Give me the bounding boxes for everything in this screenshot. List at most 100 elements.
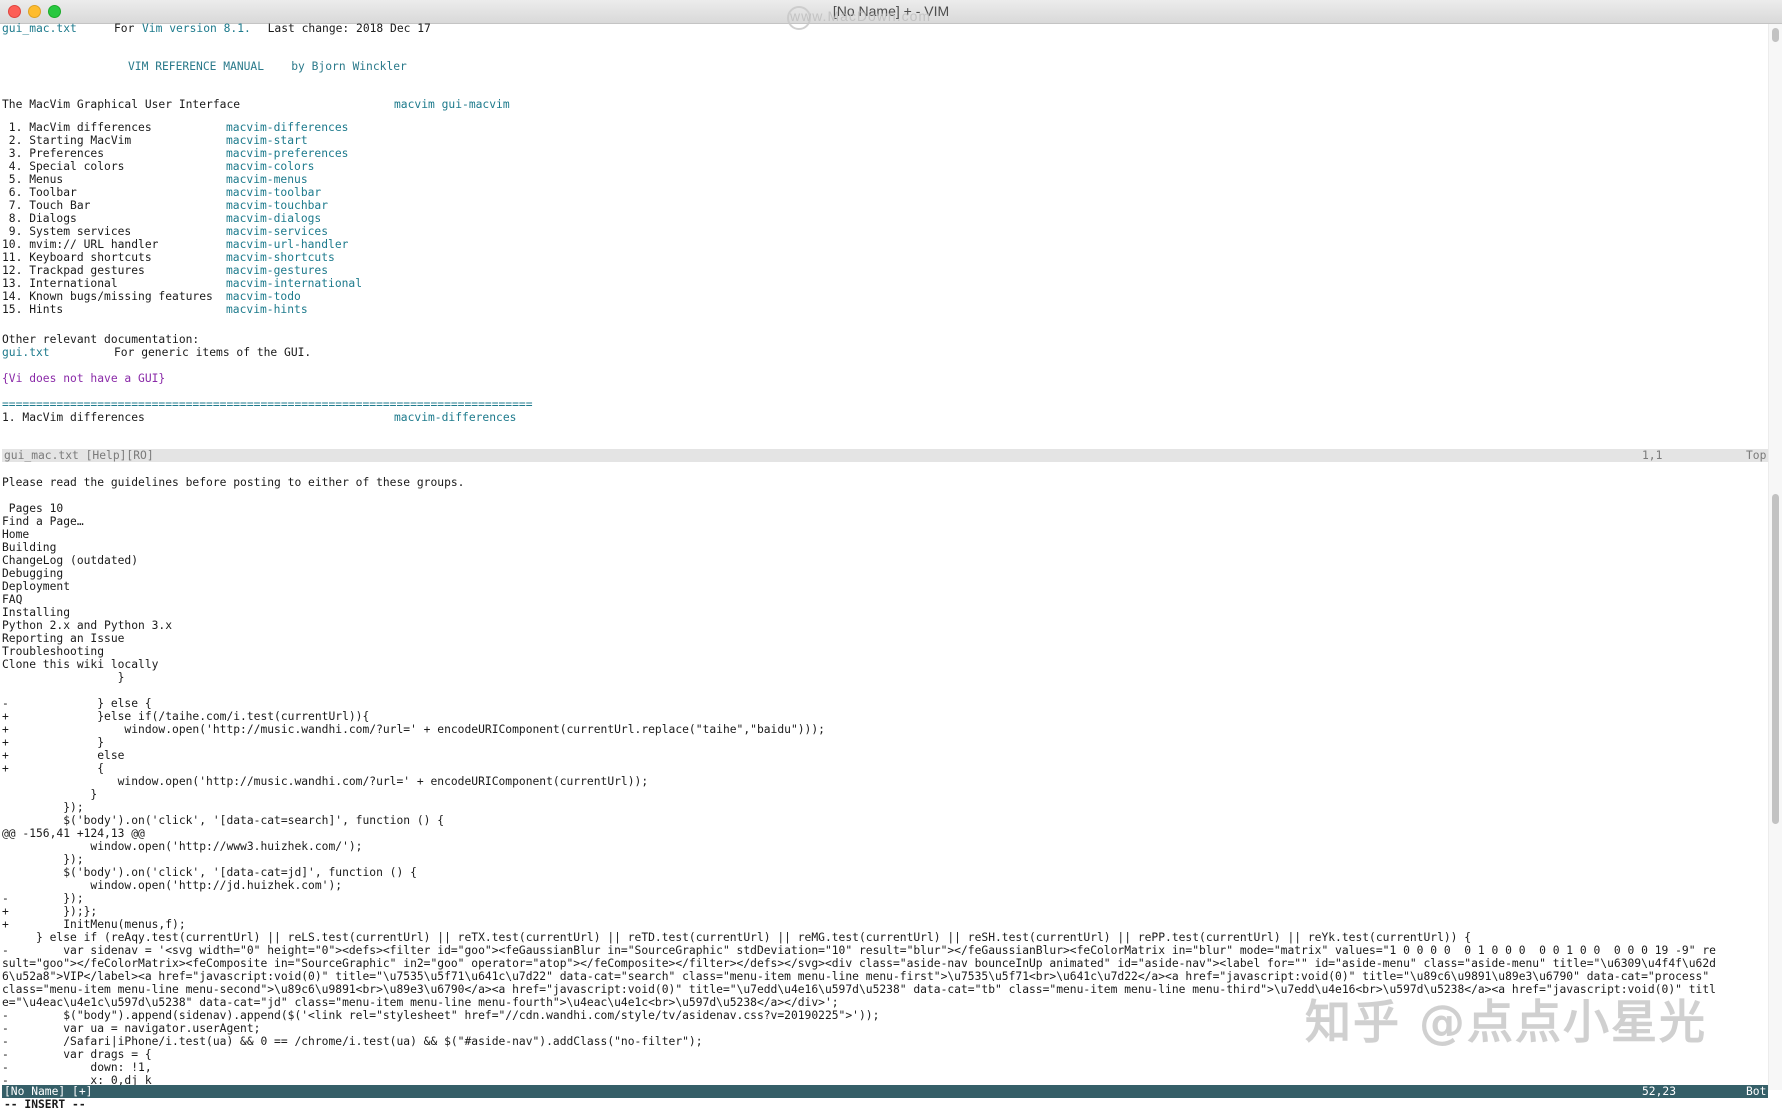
buffer-status-name: [No Name] [+] [4, 1085, 93, 1098]
toc-item: 11. Keyboard shortcuts macvim-shortcuts [2, 251, 335, 264]
buffer-line[interactable]: Deployment [2, 580, 1766, 593]
buffer-line[interactable]: + }else if(/taihe.com/i.test(currentUrl)… [2, 710, 1766, 723]
toc-item: 12. Trackpad gestures macvim-gestures [2, 264, 328, 277]
buffer-line[interactable]: $('body').on('click', '[data-cat=jd]', f… [2, 866, 1766, 879]
toc-item-tag[interactable]: macvim-dialogs [226, 212, 321, 225]
toc-item-tag[interactable]: macvim-todo [226, 290, 301, 303]
buffer-line[interactable]: window.open('http://jd.huizhek.com'); [2, 879, 1766, 892]
toc-item-label: 2. Starting MacVim [2, 134, 132, 147]
buffer-line[interactable] [2, 684, 1766, 697]
section-separator: ========================================… [2, 398, 533, 411]
toc-item-tag[interactable]: macvim-menus [226, 173, 308, 186]
help-status-percent: Top [1746, 449, 1767, 462]
buffer-line[interactable]: - } else { [2, 697, 1766, 710]
toc-item: 14. Known bugs/missing features macvim-to… [2, 290, 301, 303]
buffer-line[interactable]: } [2, 671, 1766, 684]
toc-item-label: 3. Preferences [2, 147, 105, 160]
toc-item-tag[interactable]: macvim-gestures [226, 264, 328, 277]
toc-item: 5. Menus macvim-menus [2, 173, 308, 186]
buffer-line[interactable]: Installing [2, 606, 1766, 619]
buffer-line[interactable]: - down: !1, [2, 1061, 1766, 1074]
buffer-line[interactable]: + } [2, 736, 1766, 749]
buffer-line[interactable]: sult="goo"></feColorMatrix><feComposite … [2, 957, 1766, 970]
buffer-line[interactable]: }); [2, 853, 1766, 866]
buffer-line[interactable]: window.open('http://music.wandhi.com/?ur… [2, 775, 1766, 788]
section-tag[interactable]: macvim-differences [394, 411, 516, 424]
buffer-line[interactable]: + { [2, 762, 1766, 775]
gui-doc-line: gui.txt For generic items of the GUI. [2, 346, 311, 359]
buffer-line[interactable]: Reporting an Issue [2, 632, 1766, 645]
buffer-line[interactable]: Building [2, 541, 1766, 554]
buffer-scrollbar-thumb[interactable] [1772, 494, 1779, 824]
buffer-line[interactable]: - }); [2, 892, 1766, 905]
toc-item: 9. System services macvim-services [2, 225, 328, 238]
gui-doc-description: For generic items of the GUI. [114, 346, 312, 359]
intro-tags: macvim gui-macvim [394, 98, 510, 111]
buffer-line[interactable]: FAQ [2, 593, 1766, 606]
buffer-line[interactable]: Find a Page… [2, 515, 1766, 528]
buffer-line[interactable]: Troubleshooting [2, 645, 1766, 658]
buffer-line[interactable]: Pages 10 [2, 502, 1766, 515]
toc-item-label: 5. Menus [2, 173, 64, 186]
help-status-name: gui_mac.txt [Help][RO] [4, 449, 154, 462]
buffer-line[interactable]: } [2, 788, 1766, 801]
buffer-line[interactable]: + });}; [2, 905, 1766, 918]
buffer-line[interactable] [2, 489, 1766, 502]
toc-item-tag[interactable]: macvim-differences [226, 121, 348, 134]
buffer-line[interactable]: Python 2.x and Python 3.x [2, 619, 1766, 632]
toc-item-tag[interactable]: macvim-services [226, 225, 328, 238]
toc-item: 13. International macvim-international [2, 277, 362, 290]
gui-doc-link[interactable]: gui.txt [2, 346, 50, 359]
toc-item-label: 13. International [2, 277, 118, 290]
toc-item-tag[interactable]: macvim-international [226, 277, 362, 290]
other-docs-heading: Other relevant documentation: [2, 333, 200, 346]
toc-item-label: 1. MacVim differences [2, 121, 152, 134]
vi-note: {Vi does not have a GUI} [2, 372, 166, 385]
toc-item-tag[interactable]: macvim-start [226, 134, 308, 147]
scrollbar[interactable] [1768, 24, 1782, 1090]
toc-item: 7. Touch Bar macvim-touchbar [2, 199, 328, 212]
toc-item-label: 12. Trackpad gestures [2, 264, 145, 277]
buffer-line[interactable]: - var sidenav = '<svg width="0" height="… [2, 944, 1766, 957]
buffer-status-percent: Bot [1746, 1085, 1767, 1098]
toc-item-tag[interactable]: macvim-hints [226, 303, 308, 316]
toc-item-label: 11. Keyboard shortcuts [2, 251, 152, 264]
toc-item-tag[interactable]: macvim-shortcuts [226, 251, 335, 264]
vim-editor[interactable]: gui_mac.txt For Vim version 8.1. Last cha… [2, 22, 1768, 1111]
buffer-line[interactable]: Clone this wiki locally [2, 658, 1766, 671]
buffer-line[interactable]: }); [2, 801, 1766, 814]
buffer-line[interactable]: ChangeLog (outdated) [2, 554, 1766, 567]
toc-item-label: 14. Known bugs/missing features [2, 290, 213, 303]
toc-item-tag[interactable]: macvim-url-handler [226, 238, 348, 251]
buffer-line[interactable]: @@ -156,41 +124,13 @@ [2, 827, 1766, 840]
toc-item-label: 15. Hints [2, 303, 64, 316]
toc-item: 4. Special colors macvim-colors [2, 160, 315, 173]
mode-indicator: -- INSERT -- [4, 1098, 86, 1111]
buffer-line[interactable]: + window.open('http://music.wandhi.com/?… [2, 723, 1766, 736]
toc-item-tag[interactable]: macvim-colors [226, 160, 314, 173]
buffer-status-line[interactable]: [No Name] [+] 52,23 Bot [2, 1085, 1768, 1098]
help-version: Vim version 8.1. [142, 22, 251, 35]
toc-item: 8. Dialogs macvim-dialogs [2, 212, 321, 225]
buffer-line[interactable]: Please read the guidelines before postin… [2, 476, 1766, 489]
help-file-name: gui_mac.txt [2, 22, 77, 35]
buffer-line[interactable]: Debugging [2, 567, 1766, 580]
toc-item-label: 10. mvim:// URL handler [2, 238, 159, 251]
toc-item-tag[interactable]: macvim-touchbar [226, 199, 328, 212]
buffer-line[interactable]: + InitMenu(menus,f); [2, 918, 1766, 931]
help-status-line[interactable]: gui_mac.txt [Help][RO] 1,1 Top [2, 449, 1768, 462]
toc-item-tag[interactable]: macvim-toolbar [226, 186, 321, 199]
buffer-line[interactable]: Home [2, 528, 1766, 541]
buffer-line[interactable]: window.open('http://www3.huizhek.com/'); [2, 840, 1766, 853]
watermark-bottom: 知乎 @点点小星光 [1305, 995, 1708, 1049]
toc-item-tag[interactable]: macvim-preferences [226, 147, 348, 160]
toc-item-label: 7. Touch Bar [2, 199, 91, 212]
buffer-line[interactable]: $('body').on('click', '[data-cat=search]… [2, 814, 1766, 827]
help-last-change: Last change: 2018 Dec 17 [254, 22, 431, 35]
buffer-line[interactable]: 6\u52a8">VIP</label><a href="javascript:… [2, 970, 1766, 983]
buffer-line[interactable]: } else if (reAqy.test(currentUrl) || reL… [2, 931, 1766, 944]
intro-text: The MacVim Graphical User Interface [2, 98, 241, 111]
buffer-status-position: 52,23 [1642, 1085, 1677, 1098]
help-scrollbar-thumb[interactable] [1772, 28, 1779, 42]
buffer-line[interactable]: + else [2, 749, 1766, 762]
